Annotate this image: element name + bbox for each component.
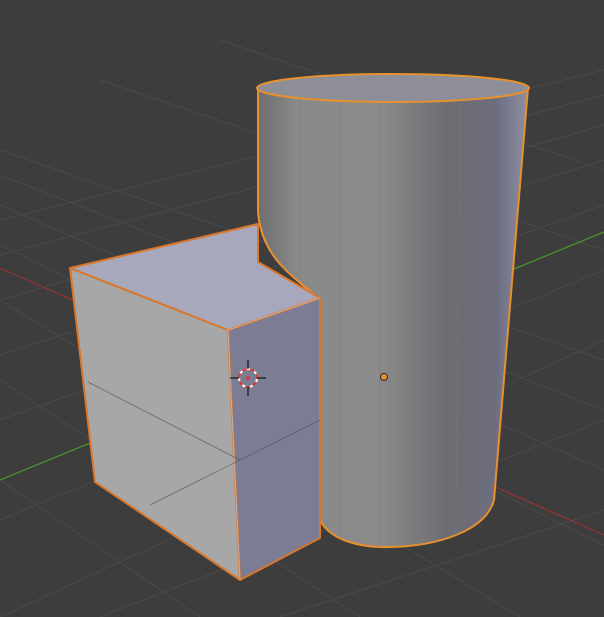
cube-object[interactable] — [69, 223, 321, 581]
3d-viewport[interactable] — [0, 0, 604, 617]
object-origin-icon[interactable] — [380, 373, 388, 381]
viewport-canvas[interactable] — [0, 0, 604, 617]
